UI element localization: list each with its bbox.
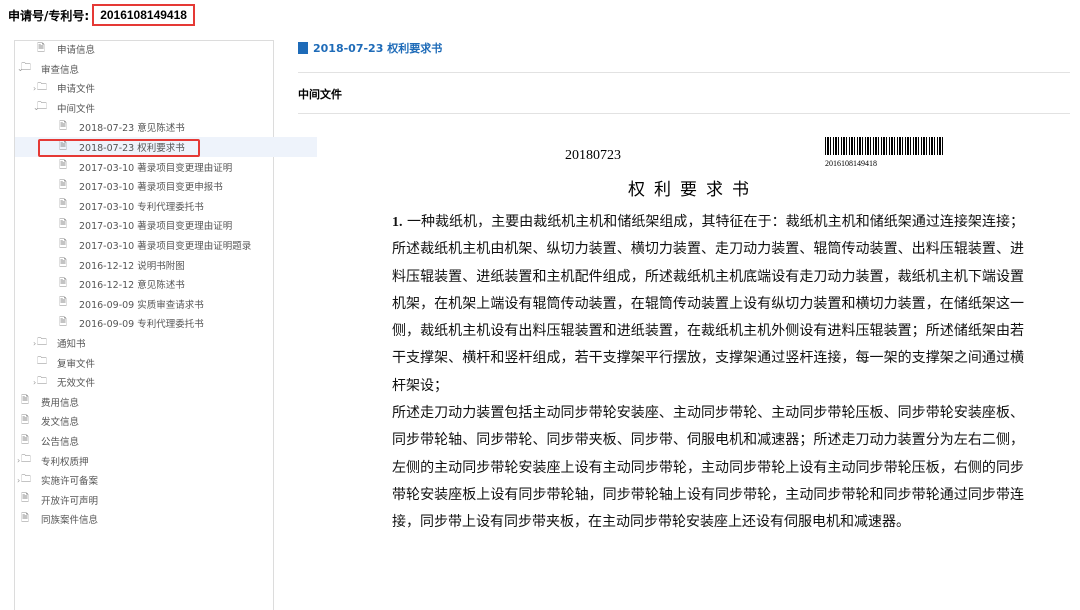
document-icon: 🗎 <box>59 297 68 309</box>
document-date: 20180723 <box>565 148 621 163</box>
tree-item-label: 开放许可声明 <box>41 495 99 507</box>
divider <box>298 113 1070 114</box>
document-icon: 🗎 <box>21 493 30 505</box>
tree-item[interactable]: 🗎 公告信息 <box>15 431 279 451</box>
tree-item-label: 同族案件信息 <box>41 515 99 527</box>
tree-item[interactable]: › 🗀 专利权质押 <box>15 451 279 471</box>
tree-item[interactable]: › 🗀 实施许可备案 <box>15 470 279 490</box>
divider <box>298 72 1070 73</box>
tree-item-label: 专利权质押 <box>41 456 89 468</box>
document-icon: 🗎 <box>59 199 68 211</box>
document-icon: 🗎 <box>59 218 68 230</box>
tree-item[interactable]: 🗎 费用信息 <box>15 392 279 412</box>
document-icon: 🗎 <box>59 238 68 250</box>
tree-item-label: 申请文件 <box>57 84 96 96</box>
tree-item-label: 2016-09-09 专利代理委托书 <box>79 319 204 331</box>
document-icon: 🗎 <box>59 316 68 328</box>
chevron-right-icon[interactable]: › <box>33 378 43 387</box>
application-number-value: 2016108149418 <box>92 4 195 26</box>
tree-item[interactable]: › 🗀 无效文件 <box>15 372 295 392</box>
tree-item-label: 申请信息 <box>57 45 96 56</box>
tree-item-label: 2017-03-10 著录项目变更理由证明 <box>79 162 233 174</box>
file-tree-panel: 🗎 申请信息 ⌄ 🗀 审查信息 › 🗀 申请文件 ⌄ 🗀 中间文件 🗎 2018-07-23 意见陈述书… <box>14 40 317 610</box>
document-icon: 🗎 <box>21 434 30 446</box>
barcode-number: 2016108149418 <box>825 159 877 168</box>
application-number-label: 申请号/专利号: <box>8 8 90 23</box>
tree-item-label: 2017-03-10 著录项目变更理由证明 <box>79 221 233 233</box>
tree-item[interactable]: › 🗀 申请文件 <box>15 78 295 98</box>
document-icon: 🗎 <box>21 414 30 426</box>
tree-item[interactable]: 🗎 2016-09-09 专利代理委托书 <box>15 313 317 333</box>
tree-item[interactable]: 🗎 2016-09-09 实质审查请求书 <box>15 294 317 314</box>
folder-icon: 🗀 <box>37 356 47 368</box>
tree-item-label: 审查信息 <box>41 64 80 76</box>
tree-item[interactable]: 🗎 同族案件信息 <box>15 509 279 529</box>
tree-item[interactable]: ⌄ 🗀 审查信息 <box>15 59 279 79</box>
tree-item-label: 费用信息 <box>41 397 80 409</box>
claim-paragraph-2: 所述走刀动力装置包括主动同步带轮安装座、主动同步带轮、主动同步带轮压板、同步带轮… <box>392 405 1024 531</box>
tree-item-label: 2017-03-10 著录项目变更申报书 <box>79 182 223 194</box>
tree-item-label: 无效文件 <box>57 378 96 390</box>
claims-heading: 权利要求书 <box>628 180 758 200</box>
chevron-down-icon[interactable]: ⌄ <box>33 103 43 112</box>
tree-item-label: 公告信息 <box>41 437 80 448</box>
document-icon: 🗎 <box>59 120 68 132</box>
chevron-right-icon[interactable]: › <box>17 456 27 465</box>
tree-item[interactable]: 🗎 申请信息 <box>15 39 295 59</box>
tree-item-label: 实施许可备案 <box>41 476 99 488</box>
tree-item[interactable]: 🗀 复审文件 <box>15 353 295 373</box>
tree-item[interactable]: 🗎 2017-03-10 著录项目变更申报书 <box>15 176 317 196</box>
document-icon: 🗎 <box>59 258 68 270</box>
tree-item[interactable]: › 🗀 通知书 <box>15 333 295 353</box>
barcode-image <box>825 137 943 155</box>
tree-item[interactable]: 🗎 2016-12-12 意见陈述书 <box>15 274 317 294</box>
tree-item[interactable]: 🗎 2018-07-23 意见陈述书 <box>15 117 317 137</box>
tree-item[interactable]: 🗎 2016-12-12 说明书附图 <box>15 255 317 275</box>
chevron-right-icon[interactable]: › <box>33 339 43 348</box>
tree-item-label: 复审文件 <box>57 358 96 370</box>
tree-item-label: 通知书 <box>57 339 86 350</box>
document-icon: 🗎 <box>21 395 30 407</box>
document-icon: 🗎 <box>37 42 46 54</box>
document-title[interactable]: 2018-07-23 权利要求书 <box>298 40 442 56</box>
chevron-right-icon[interactable]: › <box>33 84 43 93</box>
claim-paragraph-1: 一种裁纸机，主要由裁纸机主机和储纸架组成，其特征在于：裁纸机主机和储纸架通过连接… <box>392 214 1024 394</box>
selected-item-highlight <box>38 139 200 157</box>
tree-item[interactable]: 🗎 2017-03-10 专利代理委托书 <box>15 196 317 216</box>
tree-item[interactable]: 🗎 发文信息 <box>15 411 279 431</box>
tree-item-label: 2016-12-12 意见陈述书 <box>79 280 185 292</box>
document-icon: 🗎 <box>59 179 68 191</box>
tree-item[interactable]: 🗎 开放许可声明 <box>15 490 279 510</box>
tree-item[interactable]: 🗎 2017-03-10 著录项目变更理由证明题录 <box>15 235 317 255</box>
document-icon: 🗎 <box>21 512 30 524</box>
application-number-header: 申请号/专利号: 2016108149418 <box>8 4 195 26</box>
tree-item-label: 2017-03-10 专利代理委托书 <box>79 201 204 213</box>
claim-text: 1. 一种裁纸机，主要由裁纸机主机和储纸架组成，其特征在于：裁纸机主机和储纸架通… <box>392 209 1024 537</box>
tree-item-label: 2018-07-23 意见陈述书 <box>79 123 185 135</box>
tree-item-label: 2016-09-09 实质审查请求书 <box>79 299 204 311</box>
claim-number: 1. <box>392 215 403 230</box>
document-icon: 🗎 <box>59 277 68 289</box>
section-heading: 中间文件 <box>298 88 342 101</box>
tree-item[interactable]: ⌄ 🗀 中间文件 <box>15 98 295 118</box>
file-icon <box>298 42 308 54</box>
chevron-down-icon[interactable]: ⌄ <box>17 64 27 73</box>
tree-item-label: 中间文件 <box>57 103 96 115</box>
tree-item-label: 发文信息 <box>41 417 80 429</box>
chevron-right-icon[interactable]: › <box>17 476 27 485</box>
tree-item[interactable]: 🗎 2017-03-10 著录项目变更理由证明 <box>15 215 317 235</box>
document-title-text: 2018-07-23 权利要求书 <box>313 42 443 55</box>
tree-item-label: 2017-03-10 著录项目变更理由证明题录 <box>79 241 252 252</box>
tree-item-label: 2016-12-12 说明书附图 <box>79 260 185 272</box>
tree-item[interactable]: 🗎 2017-03-10 著录项目变更理由证明 <box>15 157 317 177</box>
document-icon: 🗎 <box>59 160 68 172</box>
